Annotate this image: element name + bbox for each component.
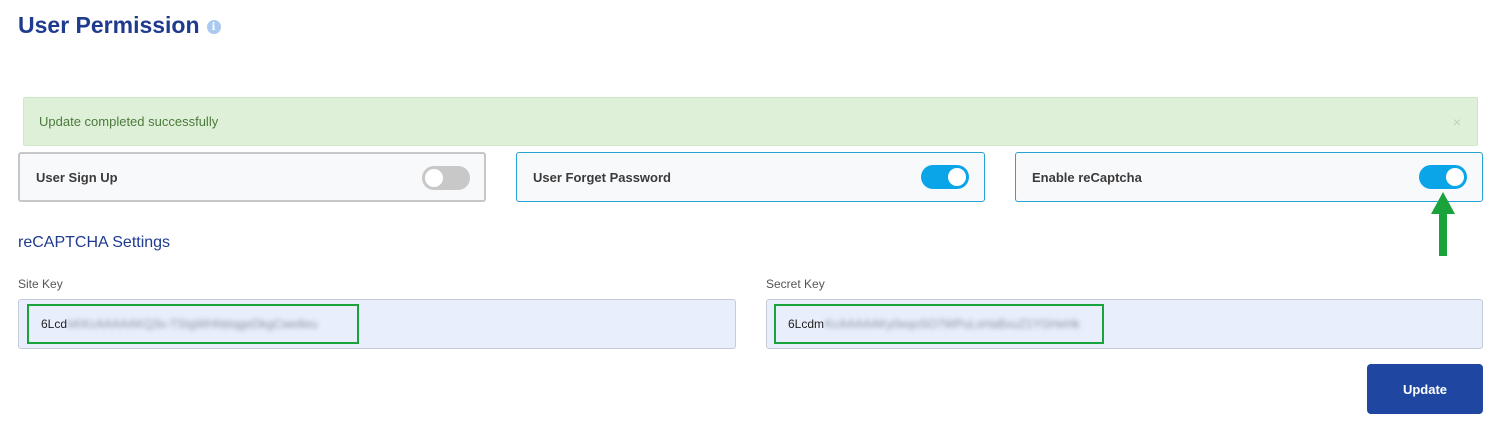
toggle-label-user-sign-up: User Sign Up	[36, 169, 118, 185]
close-icon[interactable]: ×	[1453, 114, 1461, 130]
alert-message: Update completed successfully	[39, 114, 219, 129]
site-key-obscured: kKKcAAAAAKQ3v-TSIgWHhbIqgeDkgCwe8eu	[68, 317, 318, 331]
secret-key-label: Secret Key	[766, 277, 825, 291]
toggle-card-user-forget-password: User Forget Password	[516, 152, 985, 202]
update-button[interactable]: Update	[1367, 364, 1483, 414]
toggle-label-enable-recaptcha: Enable reCaptcha	[1032, 169, 1142, 185]
recaptcha-settings-heading: reCAPTCHA Settings	[18, 234, 171, 251]
site-key-value-highlight: 6Lcd kKKcAAAAAKQ3v-TSIgWHhbIqgeDkgCwe8eu	[27, 304, 359, 344]
switch-knob	[948, 168, 966, 186]
success-alert: Update completed successfully ×	[23, 97, 1478, 146]
user-forget-password-switch[interactable]	[921, 165, 969, 189]
page-title: User Permission	[18, 12, 200, 38]
secret-key-visible-prefix: 6Lcdm	[788, 317, 825, 331]
toggle-label-user-forget-password: User Forget Password	[533, 169, 671, 185]
site-key-label: Site Key	[18, 277, 63, 291]
toggle-card-enable-recaptcha: Enable reCaptcha	[1015, 152, 1483, 202]
toggle-card-user-sign-up: User Sign Up	[18, 152, 486, 202]
switch-knob	[1446, 168, 1464, 186]
page-title-row: User Permission i	[18, 12, 221, 39]
switch-knob	[425, 169, 443, 187]
secret-key-input[interactable]: 6Lcdm KcAAAAAKy0eqoSO7WPuLxHaBxuZ1YGHeHk	[766, 299, 1483, 349]
user-sign-up-switch[interactable]	[422, 166, 470, 190]
secret-key-value-highlight: 6Lcdm KcAAAAAKy0eqoSO7WPuLxHaBxuZ1YGHeHk	[774, 304, 1104, 344]
site-key-input[interactable]: 6Lcd kKKcAAAAAKQ3v-TSIgWHhbIqgeDkgCwe8eu	[18, 299, 736, 349]
secret-key-obscured: KcAAAAAKy0eqoSO7WPuLxHaBxuZ1YGHeHk	[825, 317, 1080, 331]
enable-recaptcha-switch[interactable]	[1419, 165, 1467, 189]
info-icon[interactable]: i	[206, 20, 221, 34]
site-key-visible-prefix: 6Lcd	[41, 317, 68, 331]
up-arrow-annotation-icon	[1431, 192, 1455, 256]
